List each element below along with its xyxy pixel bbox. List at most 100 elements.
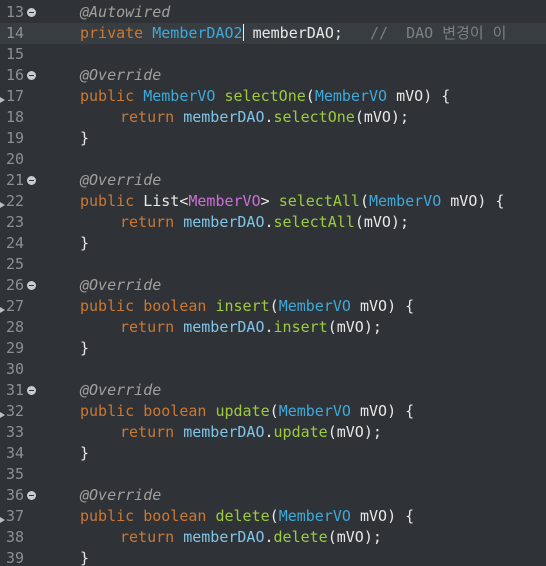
code-line[interactable]: 23 return memberDAO.selectAll(mVO);: [0, 212, 546, 233]
line-gutter: 27: [0, 296, 38, 317]
override-marker-icon[interactable]: [0, 202, 5, 208]
line-gutter: 39: [0, 548, 38, 566]
code-text[interactable]: return memberDAO.selectOne(mVO);: [120, 107, 409, 128]
fold-collapse-icon[interactable]: [27, 281, 36, 290]
code-text[interactable]: }: [80, 338, 89, 359]
code-text[interactable]: @Override: [80, 380, 161, 401]
code-text[interactable]: return memberDAO.update(mVO);: [120, 422, 382, 443]
code-line[interactable]: 18 return memberDAO.selectOne(mVO);: [0, 107, 546, 128]
override-marker-icon[interactable]: [0, 97, 5, 103]
line-number: 35: [6, 465, 25, 483]
code-text[interactable]: public boolean insert(MemberVO mVO) {: [80, 296, 414, 317]
code-line[interactable]: 33 return memberDAO.update(mVO);: [0, 422, 546, 443]
code-token-punct: (mVO);: [327, 318, 382, 336]
code-line[interactable]: 16 @Override: [0, 65, 546, 86]
code-line[interactable]: 34}: [0, 443, 546, 464]
fold-collapse-icon[interactable]: [27, 71, 36, 80]
code-token-ident: mVO: [387, 87, 424, 105]
code-text[interactable]: @Override: [80, 170, 161, 191]
code-line[interactable]: 29}: [0, 338, 546, 359]
code-token-ident: mVO: [350, 297, 388, 315]
code-token-ident: memberDAO: [243, 24, 334, 42]
code-line[interactable]: 27 public boolean insert(MemberVO mVO) {: [0, 296, 546, 317]
code-text[interactable]: @Override: [80, 65, 161, 86]
line-gutter: 15: [0, 44, 38, 65]
code-text[interactable]: public boolean update(MemberVO mVO) {: [80, 401, 414, 422]
line-number: 21: [6, 171, 25, 189]
code-line[interactable]: 13 @Autowired: [0, 2, 546, 23]
code-line[interactable]: 37 public boolean delete(MemberVO mVO) {: [0, 506, 546, 527]
code-line[interactable]: 31 @Override: [0, 380, 546, 401]
line-number: 32: [6, 402, 25, 420]
code-line[interactable]: 22 public List<MemberVO> selectAll(Member…: [0, 191, 546, 212]
code-text[interactable]: return memberDAO.selectAll(mVO);: [120, 212, 409, 233]
code-token-punct: (: [269, 297, 279, 315]
code-token-punct: }: [80, 549, 90, 566]
line-gutter: 38: [0, 527, 38, 548]
code-token-method: update: [215, 402, 270, 420]
code-text[interactable]: public MemberVO selectOne(MemberVO mVO) …: [80, 86, 450, 107]
code-token-punct: .: [264, 108, 274, 126]
code-line[interactable]: 36 @Override: [0, 485, 546, 506]
code-text[interactable]: @Override: [80, 485, 161, 506]
code-line[interactable]: 15: [0, 44, 546, 65]
code-line[interactable]: 20: [0, 149, 546, 170]
code-text[interactable]: public boolean delete(MemberVO mVO) {: [80, 506, 414, 527]
line-number: 31: [6, 381, 25, 399]
code-line[interactable]: 19}: [0, 128, 546, 149]
line-number: 14: [6, 24, 25, 42]
code-line[interactable]: 39}: [0, 548, 546, 566]
code-line[interactable]: 14 private MemberDAO2 memberDAO; // DAO 변…: [0, 23, 546, 44]
code-text[interactable]: }: [80, 548, 89, 566]
code-text[interactable]: @Override: [80, 275, 161, 296]
code-token-field: memberDAO: [183, 528, 265, 546]
line-number: 33: [6, 423, 25, 441]
fold-collapse-icon[interactable]: [27, 8, 36, 17]
fold-collapse-icon[interactable]: [27, 386, 36, 395]
line-gutter: 33: [0, 422, 38, 443]
code-text[interactable]: @Autowired: [80, 2, 170, 23]
code-line[interactable]: 38 return memberDAO.delete(mVO);: [0, 527, 546, 548]
code-text[interactable]: return memberDAO.insert(mVO);: [120, 317, 382, 338]
code-line[interactable]: 26 @Override: [0, 275, 546, 296]
code-line[interactable]: 30: [0, 359, 546, 380]
fold-collapse-icon[interactable]: [27, 176, 36, 185]
line-number: 36: [6, 486, 25, 504]
code-text[interactable]: }: [80, 233, 89, 254]
override-marker-icon[interactable]: [0, 517, 5, 523]
line-number: 38: [6, 528, 25, 546]
code-line[interactable]: 17 public MemberVO selectOne(MemberVO mVO…: [0, 86, 546, 107]
code-line[interactable]: 25: [0, 254, 546, 275]
line-number: 34: [6, 444, 25, 462]
code-token-kw: return: [120, 528, 184, 546]
code-token-kw: boolean: [143, 507, 216, 525]
code-token-field: memberDAO: [183, 108, 265, 126]
code-token-anno: @Override: [80, 171, 162, 189]
code-text[interactable]: return memberDAO.delete(mVO);: [120, 527, 382, 548]
line-number: 22: [6, 192, 25, 210]
line-number: 19: [6, 129, 25, 147]
line-gutter: 18: [0, 107, 38, 128]
code-line[interactable]: 24}: [0, 233, 546, 254]
code-editor[interactable]: 13 @Autowired 14 private MemberDAO2 memberD…: [0, 0, 546, 566]
code-line[interactable]: 28 return memberDAO.insert(mVO);: [0, 317, 546, 338]
line-gutter: 35: [0, 464, 38, 485]
code-line[interactable]: 35: [0, 464, 546, 485]
code-token-ident: List: [143, 192, 180, 210]
code-line[interactable]: 21 @Override: [0, 170, 546, 191]
code-token-method: insert: [273, 318, 328, 336]
code-text[interactable]: }: [80, 128, 89, 149]
line-number: 18: [6, 108, 25, 126]
line-gutter: 37: [0, 506, 38, 527]
override-marker-icon[interactable]: [0, 307, 5, 313]
code-token-method: delete: [273, 528, 328, 546]
override-marker-icon[interactable]: [0, 412, 5, 418]
code-text[interactable]: private MemberDAO2 memberDAO; // DAO 변경이…: [80, 23, 506, 44]
code-token-punct: ) {: [387, 402, 415, 420]
code-token-kw: return: [120, 108, 184, 126]
code-text[interactable]: public List<MemberVO> selectAll(MemberVO…: [80, 191, 504, 212]
code-token-type: MemberDAO2: [152, 24, 243, 42]
code-text[interactable]: }: [80, 443, 89, 464]
fold-collapse-icon[interactable]: [27, 491, 36, 500]
code-line[interactable]: 32 public boolean update(MemberVO mVO) {: [0, 401, 546, 422]
